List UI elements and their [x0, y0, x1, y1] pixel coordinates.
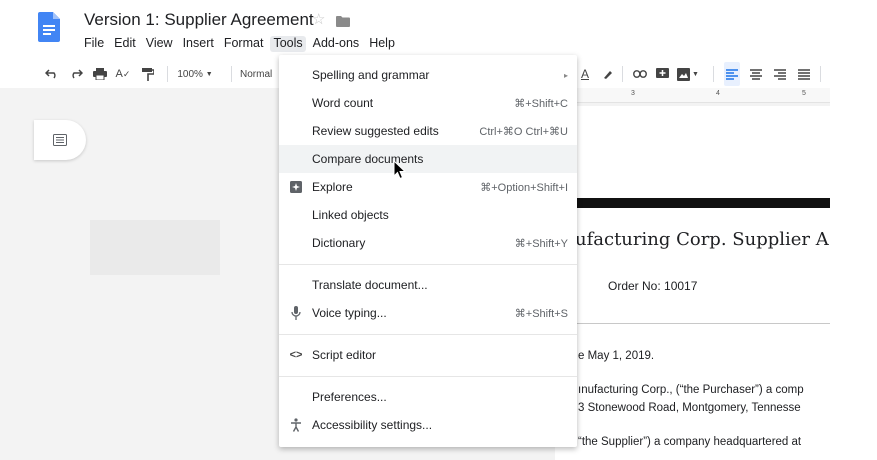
mouse-cursor-icon: [393, 159, 407, 180]
chevron-down-icon: ▼: [205, 70, 213, 78]
menu-item-label: Script editor: [312, 348, 377, 362]
menu-item-spelling-grammar[interactable]: Spelling and grammar ▸: [279, 61, 577, 89]
menu-item-compare-documents[interactable]: Compare documents: [279, 145, 577, 173]
menu-item-label: Linked objects: [312, 208, 389, 222]
folder-icon[interactable]: [336, 14, 350, 27]
horizontal-ruler[interactable]: 3 4 5: [555, 88, 830, 103]
menu-item-linked-objects[interactable]: Linked objects: [279, 201, 577, 229]
menu-divider: [279, 376, 577, 377]
zoom-value: 100%: [177, 68, 203, 80]
menu-file[interactable]: File: [84, 36, 104, 52]
right-margin: [830, 88, 877, 460]
blurred-panel: [90, 220, 220, 275]
align-center-icon[interactable]: [748, 62, 764, 86]
menu-bar: File Edit View Insert Format Tools Add-o…: [84, 36, 405, 52]
menu-item-label: Review suggested edits: [312, 124, 439, 138]
menu-item-script-editor[interactable]: <> Script editor: [279, 341, 577, 369]
align-left-icon[interactable]: [724, 62, 740, 86]
add-comment-icon[interactable]: [654, 62, 670, 86]
menu-item-label: Translate document...: [312, 278, 428, 292]
menu-item-explore[interactable]: Explore ⌘+Option+Shift+I: [279, 173, 577, 201]
ruler-mark: 5: [802, 90, 806, 97]
menu-item-shortcut: ⌘+Option+Shift+I: [480, 181, 568, 194]
document-heading[interactable]: ufacturing Corp. Supplier A: [575, 229, 829, 250]
menu-divider: [279, 334, 577, 335]
menu-item-label: Dictionary: [312, 236, 366, 250]
menu-view[interactable]: View: [146, 36, 173, 52]
menu-item-accessibility-settings[interactable]: Accessibility settings...: [279, 411, 577, 439]
menu-item-shortcut: ⌘+Shift+Y: [514, 237, 568, 250]
spellcheck-icon[interactable]: A ✓: [115, 62, 131, 86]
ruler-mark: 3: [631, 90, 635, 97]
menu-help[interactable]: Help: [369, 36, 395, 52]
menu-item-shortcut: Ctrl+⌘O Ctrl+⌘U: [479, 125, 568, 138]
microphone-icon: [288, 305, 304, 321]
menu-edit[interactable]: Edit: [114, 36, 136, 52]
menu-format[interactable]: Format: [224, 36, 264, 52]
menu-item-review-suggested-edits[interactable]: Review suggested edits Ctrl+⌘O Ctrl+⌘U: [279, 117, 577, 145]
toolbar-divider: [820, 66, 821, 82]
justify-icon[interactable]: [796, 62, 812, 86]
ruler-mark: 4: [716, 90, 720, 97]
link-icon[interactable]: [632, 62, 648, 86]
undo-icon[interactable]: [44, 62, 60, 86]
insert-image-icon[interactable]: ▼: [676, 62, 700, 86]
body-text-line[interactable]: e May 1, 2019.: [578, 350, 654, 362]
body-text-line[interactable]: 3 Stonewood Road, Montgomery, Tennesse: [578, 402, 801, 414]
docs-logo-icon[interactable]: [38, 12, 60, 42]
menu-item-dictionary[interactable]: Dictionary ⌘+Shift+Y: [279, 229, 577, 257]
style-select[interactable]: Normal: [240, 62, 280, 86]
menu-item-translate-document[interactable]: Translate document...: [279, 271, 577, 299]
print-icon[interactable]: [92, 62, 108, 86]
menu-item-label: Preferences...: [312, 390, 387, 404]
menu-item-label: Accessibility settings...: [312, 418, 433, 432]
body-text-line[interactable]: ınufacturing Corp., (“the Purchaser”) a …: [578, 384, 804, 396]
toolbar-divider: [231, 66, 232, 82]
toolbar-divider: [167, 66, 168, 82]
order-number[interactable]: Order No: 10017: [608, 279, 697, 293]
menu-item-shortcut: ⌘+Shift+C: [514, 97, 568, 110]
menu-insert[interactable]: Insert: [183, 36, 214, 52]
tools-menu: Spelling and grammar ▸ Word count ⌘+Shif…: [279, 55, 577, 447]
document-title[interactable]: Version 1: Supplier Agreement: [84, 10, 314, 30]
toolbar-divider: [622, 66, 623, 82]
toolbar-divider: [713, 66, 714, 82]
menu-tools[interactable]: Tools: [270, 36, 306, 52]
explore-icon: [288, 179, 304, 195]
menu-item-label: Spelling and grammar: [312, 68, 430, 82]
text-color-icon[interactable]: A: [578, 62, 592, 86]
code-icon: <>: [289, 349, 303, 361]
menu-addons[interactable]: Add-ons: [313, 36, 360, 52]
document-outline-button[interactable]: [34, 120, 86, 160]
menu-item-preferences[interactable]: Preferences...: [279, 383, 577, 411]
menu-item-voice-typing[interactable]: Voice typing... ⌘+Shift+S: [279, 299, 577, 327]
highlight-icon[interactable]: [600, 62, 614, 86]
menu-item-label: Voice typing...: [312, 306, 387, 320]
horizontal-rule: [555, 323, 830, 324]
star-icon[interactable]: ☆: [312, 10, 325, 28]
accessibility-icon: [288, 417, 304, 433]
menu-item-shortcut: ⌘+Shift+S: [514, 307, 568, 320]
menu-item-label: Word count: [312, 96, 374, 110]
submenu-arrow-icon: ▸: [563, 70, 568, 80]
menu-item-word-count[interactable]: Word count ⌘+Shift+C: [279, 89, 577, 117]
redo-icon[interactable]: [68, 62, 84, 86]
paint-format-icon[interactable]: [140, 62, 156, 86]
style-value: Normal: [240, 68, 273, 80]
menu-divider: [279, 264, 577, 265]
outline-icon: [53, 134, 67, 146]
zoom-select[interactable]: 100% ▼: [177, 62, 213, 86]
menu-item-label: Explore: [312, 180, 353, 194]
align-right-icon[interactable]: [772, 62, 788, 86]
header-bar: [555, 198, 830, 208]
body-text-line[interactable]: “the Supplier”) a company headquartered …: [578, 436, 801, 448]
